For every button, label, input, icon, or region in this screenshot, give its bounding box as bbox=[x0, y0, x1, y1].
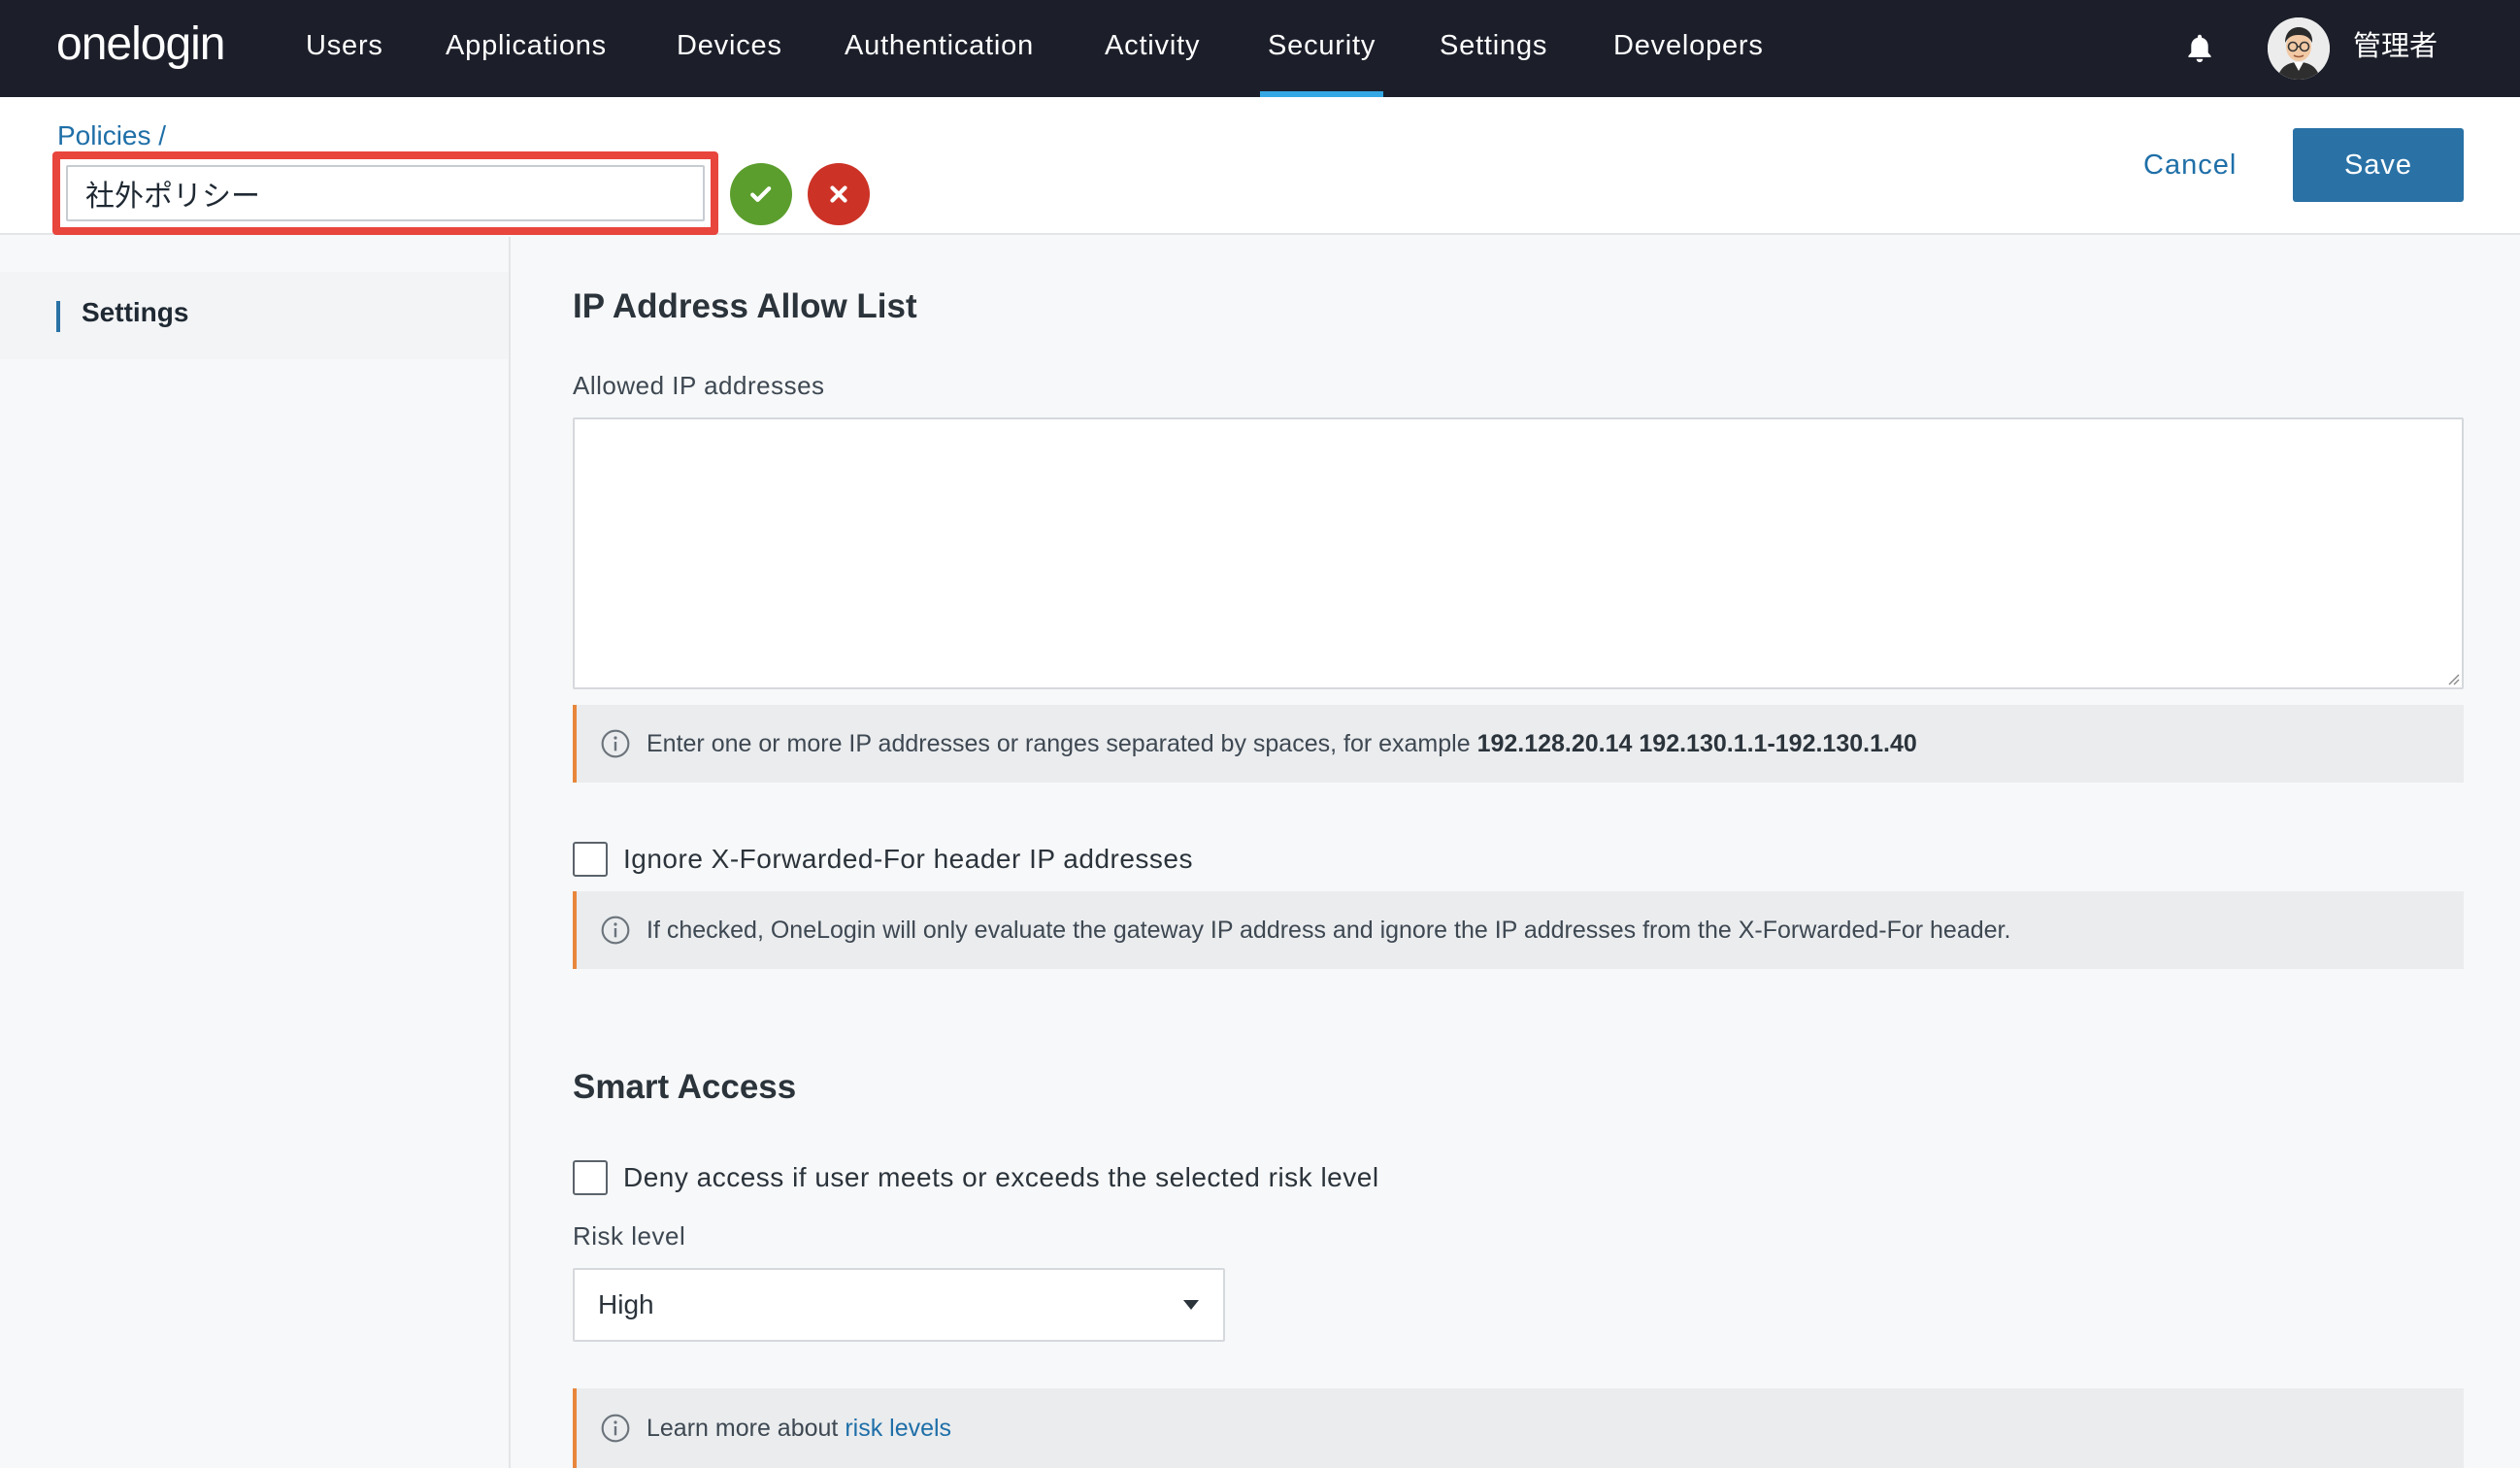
xff-hint-box: If checked, OneLogin will only evaluate … bbox=[573, 891, 2464, 969]
info-icon bbox=[601, 1414, 630, 1443]
ip-hint-example: 192.128.20.14 192.130.1.1-192.130.1.40 bbox=[1476, 729, 1917, 757]
allowed-ip-textarea[interactable] bbox=[573, 417, 2464, 689]
smart-access-heading: Smart Access bbox=[573, 1068, 797, 1106]
sidebar-item-label: Settings bbox=[82, 297, 189, 327]
nav-item-devices[interactable]: Devices bbox=[677, 0, 782, 97]
risk-level-value: High bbox=[598, 1289, 654, 1319]
resize-handle-icon[interactable] bbox=[2446, 672, 2460, 685]
xff-hint-text: If checked, OneLogin will only evaluate … bbox=[647, 916, 2011, 944]
bell-icon[interactable] bbox=[2182, 31, 2217, 66]
deny-access-label[interactable]: Deny access if user meets or exceeds the… bbox=[623, 1162, 1379, 1193]
ignore-xff-checkbox[interactable] bbox=[573, 842, 608, 877]
close-icon bbox=[830, 185, 847, 203]
nav-item-settings[interactable]: Settings bbox=[1440, 0, 1547, 97]
deny-access-row: Deny access if user meets or exceeds the… bbox=[573, 1155, 1379, 1200]
deny-access-checkbox[interactable] bbox=[573, 1160, 608, 1195]
info-icon bbox=[601, 916, 630, 945]
ip-allow-list-heading: IP Address Allow List bbox=[573, 287, 917, 325]
policy-name-input[interactable] bbox=[66, 165, 705, 221]
confirm-name-button[interactable] bbox=[730, 163, 792, 225]
user-name[interactable]: 管理者 bbox=[2353, 0, 2437, 97]
risk-level-select[interactable]: High bbox=[573, 1268, 1225, 1342]
nav-item-security[interactable]: Security bbox=[1259, 0, 1384, 97]
breadcrumb-policies[interactable]: Policies / bbox=[57, 120, 166, 151]
risk-learn-more-box: Learn more about risk levels bbox=[573, 1388, 2464, 1468]
active-indicator bbox=[56, 301, 60, 332]
user-avatar[interactable] bbox=[2268, 17, 2330, 80]
policy-name-highlight bbox=[52, 151, 718, 235]
check-icon bbox=[750, 186, 772, 202]
nav-item-activity[interactable]: Activity bbox=[1105, 0, 1200, 97]
risk-levels-link[interactable]: risk levels bbox=[845, 1415, 951, 1443]
discard-name-button[interactable] bbox=[808, 163, 870, 225]
policy-header: Policies / Cancel Save bbox=[0, 97, 2520, 235]
sidebar: Settings bbox=[0, 237, 511, 1468]
onelogin-logo[interactable]: onelogin bbox=[56, 17, 225, 72]
risk-level-label: Risk level bbox=[573, 1221, 686, 1251]
ignore-xff-row: Ignore X-Forwarded-For header IP address… bbox=[573, 837, 1193, 882]
info-icon bbox=[601, 729, 630, 758]
nav-item-users[interactable]: Users bbox=[306, 0, 383, 97]
main-content: IP Address Allow List Allowed IP address… bbox=[511, 237, 2520, 1468]
learn-more-text: Learn more about bbox=[647, 1414, 839, 1442]
sidebar-item-settings[interactable]: Settings bbox=[0, 272, 509, 359]
nav-item-authentication[interactable]: Authentication bbox=[845, 0, 1034, 97]
top-navigation: onelogin Users Applications Devices Auth… bbox=[0, 0, 2520, 97]
allowed-ip-label: Allowed IP addresses bbox=[573, 371, 825, 400]
save-button[interactable]: Save bbox=[2293, 128, 2464, 202]
nav-item-developers[interactable]: Developers bbox=[1613, 0, 1764, 97]
cancel-button[interactable]: Cancel bbox=[2143, 146, 2237, 184]
caret-down-icon bbox=[1183, 1300, 1199, 1310]
ip-hint-text: Enter one or more IP addresses or ranges… bbox=[647, 729, 1471, 757]
ip-hint-box: Enter one or more IP addresses or ranges… bbox=[573, 705, 2464, 783]
nav-item-applications[interactable]: Applications bbox=[446, 0, 607, 97]
ignore-xff-label[interactable]: Ignore X-Forwarded-For header IP address… bbox=[623, 844, 1193, 875]
